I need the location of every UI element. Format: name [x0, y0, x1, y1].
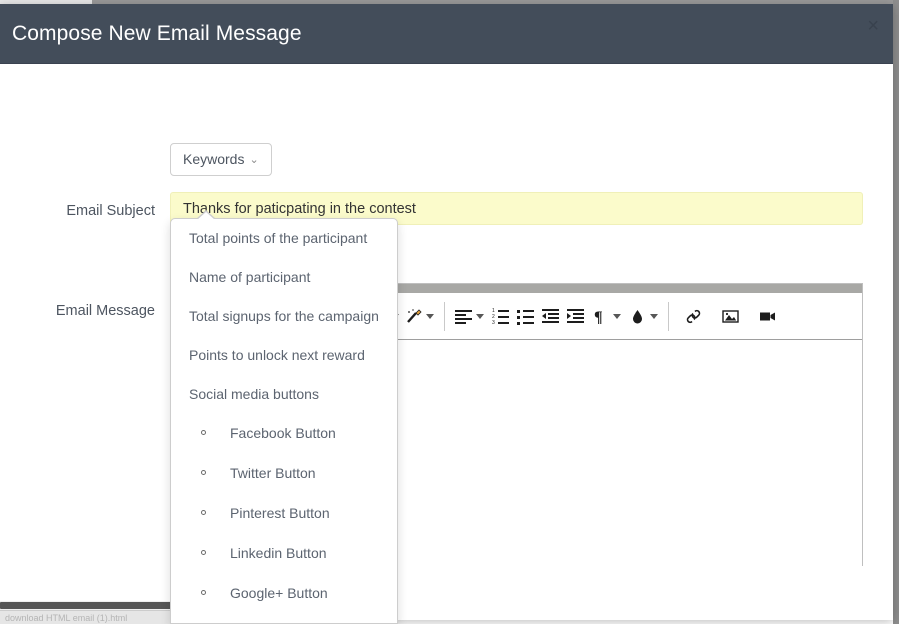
align-left-icon: [455, 308, 472, 325]
email-message-textarea[interactable]: [385, 340, 862, 566]
toolbar-format-painter-button[interactable]: [401, 302, 438, 331]
toolbar-unordered-list-button[interactable]: [513, 302, 538, 331]
editor-top-strip: [385, 284, 862, 293]
menu-item-label: Google+ Button: [230, 585, 328, 601]
popover-arrow: [197, 212, 215, 220]
indent-icon: [567, 308, 584, 325]
menu-item-total-points[interactable]: Total points of the participant: [171, 230, 397, 246]
toolbar-text-color-button[interactable]: [625, 302, 662, 331]
video-camera-icon: [759, 308, 776, 325]
toolbar-paragraph-button[interactable]: ¶: [588, 302, 625, 331]
menu-item-facebook-button[interactable]: Facebook Button: [171, 425, 397, 441]
bullet-icon: [201, 510, 206, 515]
menu-item-label: Twitter Button: [230, 465, 316, 481]
email-message-editor: 1 2 3 ¶: [384, 283, 863, 566]
image-icon: [722, 308, 739, 325]
caret-down-icon: [476, 314, 484, 319]
page-title: Compose New Email Message: [12, 22, 302, 45]
link-icon: [685, 308, 702, 325]
toolbar-insert-video-button[interactable]: [749, 302, 786, 331]
compose-email-modal: Compose New Email Message × Keywords ⌄ Em…: [0, 4, 893, 620]
toolbar-separator-2: [668, 302, 669, 331]
unordered-list-icon: [517, 308, 534, 325]
svg-text:¶: ¶: [594, 309, 603, 325]
menu-item-points-next-reward[interactable]: Points to unlock next reward: [171, 347, 397, 363]
menu-item-social-media-buttons[interactable]: Social media buttons: [171, 386, 397, 402]
toolbar-insert-image-button[interactable]: [712, 302, 749, 331]
bullet-icon: [201, 470, 206, 475]
page-right-edge: [893, 0, 899, 624]
caret-down-icon: [613, 314, 621, 319]
menu-item-twitter-button[interactable]: Twitter Button: [171, 465, 397, 481]
close-icon[interactable]: ×: [867, 16, 879, 36]
toolbar-outdent-button[interactable]: [538, 302, 563, 331]
toolbar-insert-link-button[interactable]: [675, 302, 712, 331]
subject-keywords-button[interactable]: Keywords ⌄: [170, 143, 272, 176]
menu-item-linkedin-button[interactable]: Linkedin Button: [171, 545, 397, 561]
toolbar-separator-1: [444, 302, 445, 331]
bullet-icon: [201, 550, 206, 555]
ordered-list-icon: 1 2 3: [492, 308, 509, 326]
keywords-menu-list: Total points of the participant Name of …: [171, 219, 397, 623]
outdent-icon: [542, 308, 559, 325]
modal-body: Keywords ⌄ Email Subject Keywords ⌄ Email …: [0, 64, 893, 620]
caret-down-icon: [426, 314, 434, 319]
menu-item-label: Pinterest Button: [230, 505, 330, 521]
keywords-dropdown-menu: Total points of the participant Name of …: [170, 218, 398, 624]
bullet-icon: [201, 430, 206, 435]
droplet-icon: [629, 308, 646, 325]
magic-wand-icon: [405, 308, 422, 325]
menu-item-total-signups[interactable]: Total signups for the campaign: [171, 308, 397, 324]
toolbar-indent-button[interactable]: [563, 302, 588, 331]
screenshot-root: Compose New Email Message × Keywords ⌄ Em…: [0, 0, 899, 624]
toolbar-align-button[interactable]: [451, 302, 488, 331]
email-subject-label: Email Subject: [66, 203, 155, 219]
horizontal-scrollbar-thumb[interactable]: [0, 602, 196, 609]
caret-down-icon: [650, 314, 658, 319]
toolbar-ordered-list-button[interactable]: 1 2 3: [488, 302, 513, 331]
bullet-icon: [201, 590, 206, 595]
chevron-down-icon: ⌄: [249, 154, 259, 166]
email-message-label: Email Message: [55, 303, 155, 319]
menu-item-name-of-participant[interactable]: Name of participant: [171, 269, 397, 285]
menu-item-label: Linkedin Button: [230, 545, 327, 561]
modal-header: Compose New Email Message ×: [0, 4, 893, 64]
subject-keywords-label: Keywords: [183, 151, 245, 167]
menu-item-label: Facebook Button: [230, 425, 336, 441]
keywords-submenu-list: Facebook Button Twitter Button Pinterest…: [171, 425, 397, 601]
menu-item-googleplus-button[interactable]: Google+ Button: [171, 585, 397, 601]
editor-toolbar: 1 2 3 ¶: [385, 293, 862, 340]
pilcrow-icon: ¶: [592, 308, 609, 326]
menu-item-pinterest-button[interactable]: Pinterest Button: [171, 505, 397, 521]
